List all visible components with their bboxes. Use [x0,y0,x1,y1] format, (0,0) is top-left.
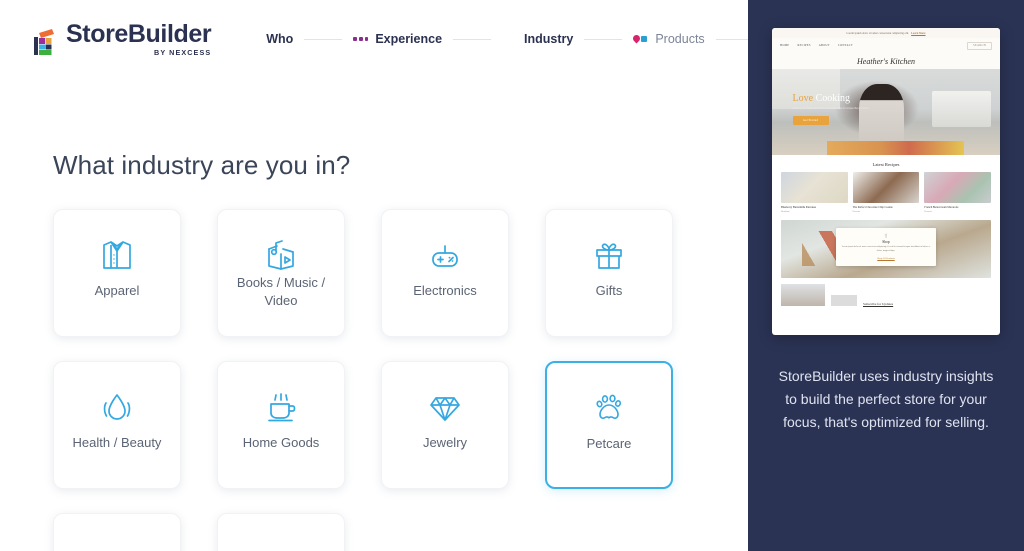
step-label: Products [655,32,705,46]
step-label: Who [266,32,294,46]
industry-card-health-beauty[interactable]: Health / Beauty [53,361,181,489]
preview-footer-image-small [831,294,857,306]
green-bar-icon [244,33,259,45]
page-title: What industry are you in? [53,150,351,180]
progress-steps: Who Experience Industry Products [244,32,748,46]
industry-label: Health / Beauty [72,435,162,450]
preview-nav-item: CONTACT [837,44,853,47]
preview-section-title: Latest Recipes [872,162,900,167]
paw-icon [586,384,632,430]
industry-card-home-goods[interactable]: Home Goods [217,361,345,489]
preview-footer: Subscribe for Updates [772,278,1000,306]
step-connector [584,38,623,40]
preview-nav-item: HOME [780,44,790,47]
industry-label: Books / Music / Video [236,275,326,308]
step-products[interactable]: Products [631,32,705,46]
preview-hero-title-rest: Cooking [813,93,851,105]
preview-recipe-meta: Desserts [852,210,861,213]
industry-label: Petcare [586,436,632,451]
preview-site-title: Heather's Kitchen [772,53,1000,69]
brand-logo[interactable]: StoreBuilder BY NEXCESS [33,19,212,57]
preview-recipe-title: French Buttercream Macarons [924,205,959,209]
preview-hero-copy: Love Cooking Gather your family and frie… [792,93,921,126]
preview-hero-food [826,141,964,155]
step-connector [715,38,748,40]
industry-label: Home Goods [242,435,320,450]
preview-recipe-thumb [852,172,920,203]
preview-search-box: SEARCH [967,41,992,50]
industry-label: Jewelry [422,435,468,450]
industry-card-partial[interactable] [53,513,181,551]
blue-bar-icon [502,33,517,45]
preview-nav-item: ABOUT [818,44,830,47]
preview-recipe-thumb [924,172,992,203]
preview-promo-banner: 🍴 Shop Lorem ipsum dolor sit amet consec… [781,219,991,278]
preview-hero-title: Love Cooking [793,93,921,104]
preview-announcement-bar: Lorem ipsum dolor sit amet consectetur a… [772,28,1000,38]
droplet-icon [94,384,140,430]
step-label: Experience [375,32,443,46]
utensils-icon: 🍴 [883,232,889,238]
industry-card-books-music-video[interactable]: Books / Music / Video [217,209,345,337]
purple-dashes-icon [353,33,369,45]
preview-recipe-item: The Perfect Chocolate Chip Cookie Desser… [852,172,920,213]
preview-recipe-meta: Breakfast [781,210,790,213]
main-panel: StoreBuilder BY NEXCESS Who Experience I… [0,0,748,551]
shirt-icon [94,232,140,278]
brand-tagline: BY NEXCESS [154,47,212,57]
industry-label: Electronics [413,283,477,298]
preview-announcement-link: Learn More [911,31,926,35]
industry-label: Apparel [94,283,140,298]
diamond-icon [422,384,468,430]
preview-hero-subtitle: Gather your family and friends around th… [792,107,870,111]
industry-card-jewelry[interactable]: Jewelry [381,361,509,489]
preview-promo-title: Shop [882,239,890,244]
book-music-icon [258,232,304,278]
preview-hero: Love Cooking Gather your family and frie… [772,69,1000,155]
store-building-icon [33,26,59,56]
preview-footer-image [781,283,825,306]
pink-blue-shapes-icon [631,33,648,45]
coffee-cup-icon [258,384,304,430]
preview-recipe-item: French Buttercream Macarons Desserts [924,172,992,213]
store-preview-mockup: Lorem ipsum dolor sit amet consectetur a… [772,28,1000,335]
industry-label: Gifts [595,283,623,298]
preview-nav: HOME RECIPES ABOUT CONTACT SEARCH [772,38,1000,53]
preview-recipe-item: Blueberry Buttermilk Pancakes Breakfast [781,172,848,213]
storebuilder-onboarding-page: StoreBuilder BY NEXCESS Who Experience I… [0,0,1024,551]
gift-icon [586,232,632,278]
preview-nav-item: RECIPES [797,44,811,47]
preview-recipe-title: Blueberry Buttermilk Pancakes [781,205,817,209]
preview-recipe-thumb [781,172,848,203]
step-label: Industry [524,32,574,46]
top-bar: StoreBuilder BY NEXCESS Who Experience I… [0,0,748,78]
step-industry[interactable]: Industry [502,32,573,46]
step-who[interactable]: Who [244,32,293,46]
preview-promo-body: Lorem ipsum dolor sit amet consectetur a… [841,246,931,253]
sidebar-panel: Lorem ipsum dolor sit amet consectetur a… [748,0,1024,551]
preview-recipe-list: Blueberry Buttermilk Pancakes Breakfast … [772,172,1000,213]
preview-footer-link: Subscribe for Updates [863,301,894,306]
sidebar-caption: StoreBuilder uses industry insights to b… [778,368,994,431]
industry-card-gifts[interactable]: Gifts [545,209,673,337]
step-connector [453,38,492,40]
preview-recipe-meta: Desserts [924,210,932,213]
preview-announcement-text: Lorem ipsum dolor sit amet consectetur a… [846,31,910,35]
brand-name: StoreBuilder [66,19,212,48]
preview-promo-card: 🍴 Shop Lorem ipsum dolor sit amet consec… [835,227,937,266]
controller-icon [422,232,468,278]
step-experience[interactable]: Experience [353,32,442,46]
preview-promo-link: Shop All Products [877,257,895,261]
industry-card-apparel[interactable]: Apparel [53,209,181,337]
preview-hero-button: Get Started [792,116,829,126]
industry-card-electronics[interactable]: Electronics [381,209,509,337]
industry-card-petcare[interactable]: Petcare [545,361,673,489]
preview-hero-title-accent: Love [792,93,814,105]
industry-grid: Apparel Books / Music / Video Electronic… [53,209,713,551]
preview-recipe-title: The Perfect Chocolate Chip Cookie [852,205,893,209]
industry-card-partial[interactable] [217,513,345,551]
step-connector [304,38,343,40]
